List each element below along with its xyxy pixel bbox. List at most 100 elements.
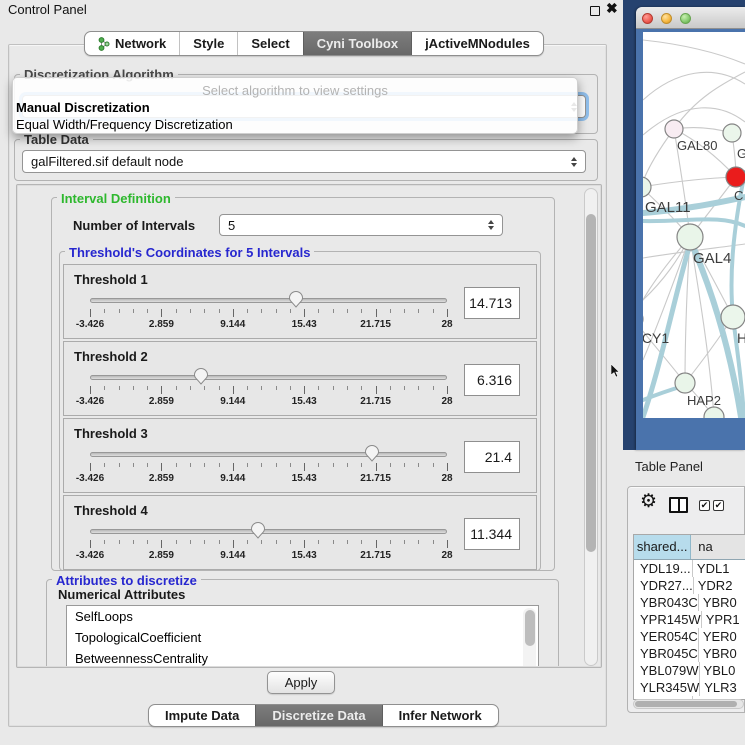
slider-tick	[418, 386, 419, 390]
threshold-label: Threshold 3	[74, 426, 148, 441]
slider-tick	[233, 463, 234, 471]
tab-jactivemnodules[interactable]: jActiveMNodules	[411, 32, 543, 55]
attribute-item-topologicalcoefficient[interactable]: TopologicalCoefficient	[67, 627, 538, 648]
apply-button[interactable]: Apply	[267, 671, 335, 694]
slider-tick	[247, 386, 248, 390]
slider-tick	[390, 386, 391, 390]
network-window-titlebar[interactable]	[636, 7, 745, 29]
table-cell: YLR345W	[634, 679, 700, 696]
slider-tick	[204, 463, 205, 467]
slider-tick	[147, 540, 148, 544]
network-icon	[98, 37, 110, 51]
scrollbar-thumb[interactable]	[586, 214, 596, 552]
close-icon[interactable]: ✖	[606, 0, 618, 17]
tab-label: Infer Network	[399, 708, 482, 723]
slider-tick	[190, 309, 191, 313]
threshold-value-field[interactable]: 14.713	[464, 287, 520, 319]
attribute-item-betweennesscentrality[interactable]: BetweennessCentrality	[67, 648, 538, 666]
scrollbar-thumb[interactable]	[525, 610, 535, 646]
slider-tick	[261, 386, 262, 390]
slider-tick	[347, 309, 348, 313]
slider-tick-label: 15.43	[292, 550, 317, 561]
threshold-slider-thumb[interactable]	[364, 444, 380, 462]
threshold-slider-track[interactable]	[90, 452, 447, 457]
float-window-icon[interactable]	[590, 6, 600, 16]
threshold-slider-track[interactable]	[90, 529, 447, 534]
slider-tick	[119, 540, 120, 544]
slider-tick-label: -3.426	[76, 319, 104, 330]
dropdown-option-equal-width-frequency[interactable]: Equal Width/Frequency Discretization	[16, 117, 233, 132]
numerical-attributes-label: Numerical Attributes	[58, 587, 185, 602]
thresholds-group-title: Threshold's Coordinates for 5 Intervals	[65, 245, 314, 260]
slider-tick	[104, 386, 105, 390]
attribute-item-selfloops[interactable]: SelfLoops	[67, 606, 538, 627]
bottom-tab-discretize-data[interactable]: Discretize Data	[255, 705, 381, 726]
table-row[interactable]: YDR27...YDR2	[634, 577, 745, 594]
threshold-value-field[interactable]: 21.4	[464, 441, 520, 473]
tab-cyni-toolbox[interactable]: Cyni Toolbox	[303, 32, 411, 55]
mac-zoom-button[interactable]	[680, 13, 691, 24]
scrollbar-thumb[interactable]	[635, 701, 737, 707]
table-row[interactable]: YER054CYER0	[634, 628, 745, 645]
column-header-shared-name[interactable]: shared...	[634, 535, 691, 559]
table-panel-title: Table Panel	[635, 459, 703, 474]
network-node-h[interactable]	[721, 305, 745, 329]
tab-style[interactable]: Style	[179, 32, 237, 55]
screen: Control Panel ✖ NetworkStyleSelectCyni T…	[0, 0, 745, 745]
attributes-list-scrollbar[interactable]	[523, 608, 536, 666]
table-row[interactable]: YBL079WYBL0	[634, 662, 745, 679]
network-node-hap2[interactable]	[675, 373, 695, 393]
table-horizontal-scrollbar[interactable]	[633, 699, 744, 709]
table-data-combobox[interactable]: galFiltered.sif default node	[22, 150, 586, 173]
bottom-tab-infer-network[interactable]: Infer Network	[382, 705, 498, 726]
number-of-intervals-combobox[interactable]: 5	[219, 214, 503, 236]
gear-icon[interactable]: ⚙	[640, 492, 657, 512]
slider-tick	[261, 463, 262, 467]
network-node-gal80[interactable]	[665, 120, 683, 138]
checkbox-checked-icon[interactable]: ✔	[699, 500, 710, 511]
threshold-slider-track[interactable]	[90, 375, 447, 380]
slider-tick	[447, 463, 448, 471]
slider-tick	[176, 386, 177, 390]
network-node-gal4[interactable]	[677, 224, 703, 250]
bottom-tab-impute-data[interactable]: Impute Data	[149, 705, 255, 726]
threshold-slider-track[interactable]	[90, 298, 447, 303]
slider-tick	[290, 309, 291, 313]
attributes-group-title: Attributes to discretize	[52, 573, 201, 588]
network-node-c[interactable]	[726, 167, 745, 187]
network-canvas[interactable]: GAL80GCGAL11GAL4GCY1HHAP2	[643, 32, 745, 418]
table-row[interactable]: YPR145WYPR1	[634, 611, 745, 628]
network-node-gal11[interactable]	[643, 177, 651, 197]
slider-tick	[447, 309, 448, 317]
threshold-slider-thumb[interactable]	[193, 367, 209, 385]
threshold-value-field[interactable]: 11.344	[464, 518, 520, 550]
table-row[interactable]: YDL19...YDL1	[634, 560, 745, 577]
threshold-slider-thumb[interactable]	[250, 521, 266, 539]
tab-network[interactable]: Network	[85, 32, 179, 55]
tab-select[interactable]: Select	[237, 32, 302, 55]
network-node-label: C	[734, 188, 743, 203]
slider-tick	[90, 386, 91, 394]
table-row[interactable]: YLR345WYLR3	[634, 679, 745, 696]
network-node-g[interactable]	[723, 124, 741, 142]
network-edge	[674, 72, 745, 129]
slider-tick-label: 9.144	[220, 319, 245, 330]
slider-tick	[304, 309, 305, 317]
split-columns-icon[interactable]	[669, 497, 688, 513]
number-of-intervals-label: Number of Intervals	[73, 218, 195, 233]
table-row[interactable]: YBR043CYBR0	[634, 594, 745, 611]
table-row[interactable]: YBR045CYBR0	[634, 645, 745, 662]
mac-minimize-button[interactable]	[661, 13, 672, 24]
slider-tick	[404, 309, 405, 313]
threshold-value-field[interactable]: 6.316	[464, 364, 520, 396]
network-edge	[643, 72, 745, 100]
column-header-name[interactable]: na	[691, 535, 745, 559]
checkbox-checked-icon[interactable]: ✔	[713, 500, 724, 511]
dropdown-option-manual-discretization[interactable]: Manual Discretization	[16, 100, 150, 115]
settings-vertical-scrollbar[interactable]	[584, 188, 598, 666]
slider-tick	[204, 309, 205, 313]
tab-label: jActiveMNodules	[425, 36, 530, 51]
threshold-slider-thumb[interactable]	[288, 290, 304, 308]
mac-close-button[interactable]	[642, 13, 653, 24]
slider-tick	[147, 463, 148, 467]
